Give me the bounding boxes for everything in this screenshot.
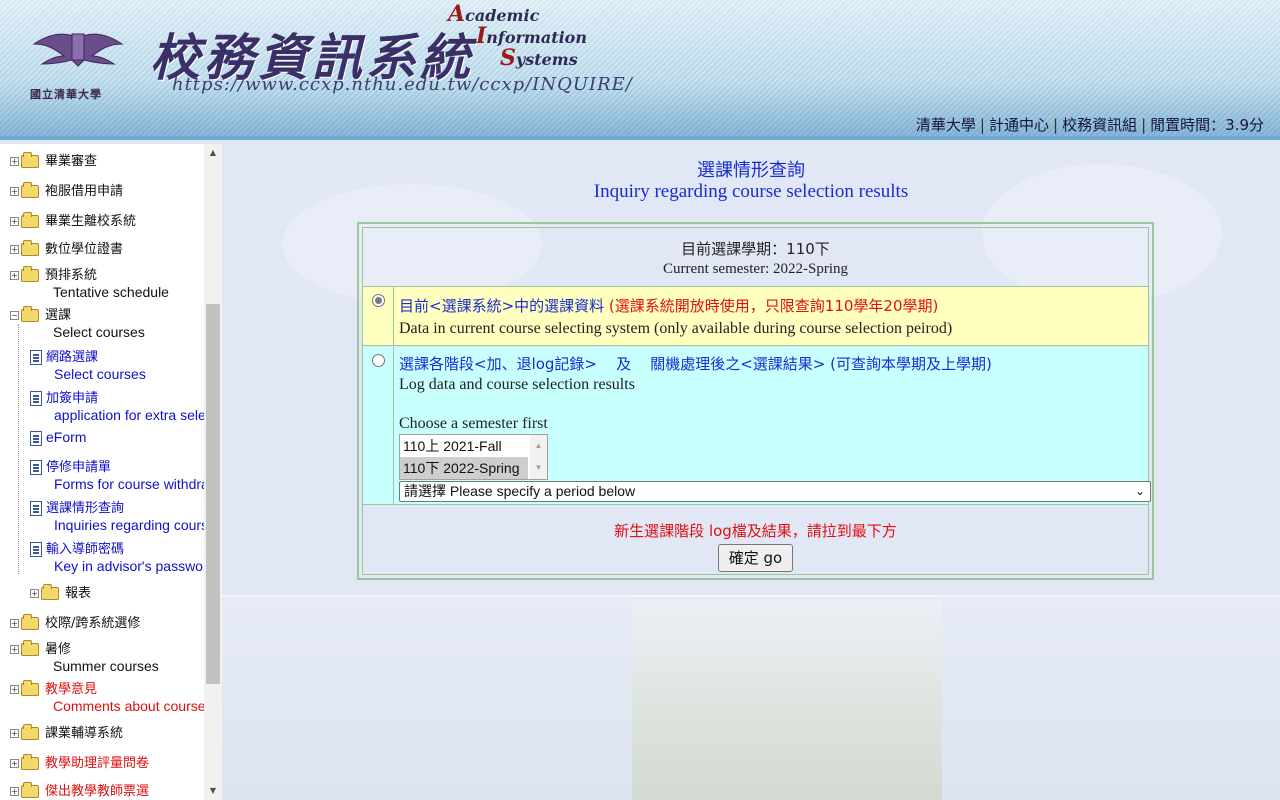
campus-photo bbox=[632, 599, 942, 800]
tree-item-online-selection[interactable]: 網路選課 Select courses bbox=[30, 346, 146, 382]
link-registry-info[interactable]: 校務資訊組 bbox=[1062, 116, 1137, 134]
collapse-icon[interactable]: − bbox=[10, 311, 19, 320]
chevron-down-icon: ⌄ bbox=[1134, 484, 1145, 498]
tree-item-eform[interactable]: eForm bbox=[30, 429, 86, 446]
freshman-note: 新生選課階段 log檔及結果，請拉到最下方 bbox=[614, 522, 897, 540]
expand-icon[interactable]: + bbox=[10, 245, 19, 254]
scroll-down-icon: ▼ bbox=[534, 463, 543, 472]
form-footer: 新生選課階段 log檔及結果，請拉到最下方 確定 go bbox=[363, 506, 1148, 574]
tree-item-extra-selection[interactable]: 加簽申請 application for extra sele bbox=[30, 387, 204, 423]
tree-item-graduate-leaving[interactable]: + 畢業生離校系統 bbox=[10, 210, 136, 229]
option-current-data-radio[interactable] bbox=[372, 294, 385, 307]
folder-icon bbox=[21, 724, 39, 740]
folder-icon bbox=[21, 212, 39, 228]
expand-icon[interactable]: + bbox=[10, 729, 19, 738]
expand-icon[interactable]: + bbox=[10, 787, 19, 796]
system-url: https://www.ccxp.nthu.edu.tw/ccxp/INQUIR… bbox=[172, 74, 633, 95]
divider bbox=[222, 595, 1280, 597]
tree-item-selection-inquiry[interactable]: 選課情形查詢 Inquiries regarding cours bbox=[30, 497, 204, 533]
option-current-data-label: 目前<選課系統>中的選課資料 (選課系統開放時使用，只限查詢110學年20學期) bbox=[399, 297, 939, 315]
tree-item-inter-school[interactable]: + 校際/跨系統選修 bbox=[10, 612, 140, 631]
expand-icon[interactable]: + bbox=[10, 685, 19, 694]
page-icon bbox=[30, 542, 42, 557]
page-icon bbox=[30, 501, 42, 516]
header-banner: 國立清華大學 校務資訊系統 Academic Information Syste… bbox=[0, 0, 1280, 140]
expand-icon[interactable]: + bbox=[10, 759, 19, 768]
option-current-data[interactable]: 目前<選課系統>中的選課資料 (選課系統開放時使用，只限查詢110學年20學期)… bbox=[363, 286, 1148, 346]
semester-option[interactable]: 110上 2021-Fall bbox=[400, 435, 528, 457]
page-icon bbox=[30, 460, 42, 475]
option-divider bbox=[393, 287, 394, 345]
scroll-down-icon[interactable]: ▼ bbox=[205, 784, 221, 798]
tree-item-tentative-schedule[interactable]: + 預排系統 Tentative schedule bbox=[10, 264, 169, 300]
option-log-results-en: Log data and course selection results bbox=[399, 376, 635, 393]
university-logo: 國立清華大學 bbox=[28, 22, 138, 112]
go-button[interactable]: 確定 go bbox=[717, 544, 794, 572]
header-links: 清華大學 | 計通中心 | 校務資訊組 | 閒置時間：3.9分 bbox=[915, 116, 1264, 134]
sidebar-tree: + 畢業審查 + 袍服借用申請 + 畢業生離校系統 + 數位學位證書 + 預排系統 Tent… bbox=[0, 144, 222, 800]
logo-emblem-icon bbox=[32, 33, 124, 67]
idle-time: 閒置時間：3.9分 bbox=[1150, 116, 1264, 134]
expand-icon[interactable]: + bbox=[10, 157, 19, 166]
tree-item-graduation-review[interactable]: + 畢業審查 bbox=[10, 150, 97, 169]
link-tsinghua[interactable]: 清華大學 bbox=[916, 116, 976, 134]
option-log-results[interactable]: 選課各階段<加、退log記錄> 及 關機處理後之<選課結果> (可查詢本學期及上… bbox=[363, 347, 1151, 505]
tree-item-tutoring-system[interactable]: + 課業輔導系統 bbox=[10, 722, 123, 741]
tree-item-course-withdrawal[interactable]: 停修申請單 Forms for course withdra bbox=[30, 456, 204, 492]
school-name: 國立清華大學 bbox=[30, 88, 102, 101]
folder-icon bbox=[21, 680, 39, 696]
folder-icon bbox=[21, 782, 39, 798]
tree-item-teacher-vote[interactable]: + 傑出教學教師票選 bbox=[10, 780, 149, 799]
page-icon bbox=[30, 391, 42, 406]
tree-item-select-courses[interactable]: − 選課 Select courses bbox=[10, 304, 145, 340]
folder-icon bbox=[21, 182, 39, 198]
tree-item-ta-survey[interactable]: + 教學助理評量問卷 bbox=[10, 752, 149, 771]
expand-icon[interactable]: + bbox=[30, 589, 39, 598]
tree-item-advisor-password[interactable]: 輸入導師密碼 Key in advisor's passwor bbox=[30, 538, 204, 574]
folder-icon bbox=[21, 240, 39, 256]
expand-icon[interactable]: + bbox=[10, 619, 19, 628]
expand-icon[interactable]: + bbox=[10, 187, 19, 196]
folder-icon bbox=[21, 266, 39, 282]
folder-icon bbox=[21, 152, 39, 168]
system-title-en: Academic Information Systems bbox=[448, 1, 587, 71]
current-semester-en: Current semester: 2022-Spring bbox=[663, 261, 848, 277]
tree-connector bbox=[18, 324, 19, 574]
inquiry-form-inner: 目前選課學期：110下 Current semester: 2022-Sprin… bbox=[362, 227, 1151, 575]
scroll-up-icon[interactable]: ▲ bbox=[205, 146, 221, 160]
sidebar-scrollbar-thumb[interactable] bbox=[206, 304, 220, 684]
folder-icon bbox=[21, 640, 39, 656]
current-semester: 目前選課學期：110下 Current semester: 2022-Sprin… bbox=[363, 228, 1148, 285]
folder-icon bbox=[41, 584, 59, 600]
page-subtitle: Inquiry regarding course selection resul… bbox=[593, 181, 909, 202]
choose-semester-label: Choose a semester first bbox=[399, 415, 548, 432]
folder-icon bbox=[21, 614, 39, 630]
tree-item-course-comments[interactable]: + 教學意見 Comments about courses bbox=[10, 678, 204, 714]
inquiry-form: 目前選課學期：110下 Current semester: 2022-Sprin… bbox=[357, 222, 1154, 580]
tree-item-digital-diploma[interactable]: + 數位學位證書 bbox=[10, 238, 123, 257]
semester-option-selected[interactable]: 110下 2022-Spring bbox=[400, 457, 528, 479]
link-computer-center[interactable]: 計通中心 bbox=[989, 116, 1049, 134]
scroll-up-icon: ▲ bbox=[534, 441, 543, 450]
expand-icon[interactable]: + bbox=[10, 271, 19, 280]
tree-item-gown-rental[interactable]: + 袍服借用申請 bbox=[10, 180, 123, 199]
option-log-results-radio[interactable] bbox=[372, 354, 385, 367]
expand-icon[interactable]: + bbox=[10, 217, 19, 226]
folder-icon bbox=[21, 754, 39, 770]
option-log-results-label: 選課各階段<加、退log記錄> 及 關機處理後之<選課結果> (可查詢本學期及上… bbox=[399, 355, 992, 373]
page-title: 選課情形查詢 bbox=[697, 160, 805, 181]
current-semester-cn: 目前選課學期：110下 bbox=[681, 240, 830, 258]
page-icon bbox=[30, 350, 42, 365]
folder-open-icon bbox=[21, 306, 39, 322]
period-select[interactable]: 請選擇 Please specify a period below ⌄ bbox=[399, 481, 1151, 502]
semester-listbox[interactable]: 110上 2021-Fall 110下 2022-Spring ▲ ▼ bbox=[399, 434, 548, 480]
listbox-scrollbar[interactable]: ▲ ▼ bbox=[530, 435, 547, 479]
tree-item-summer-courses[interactable]: + 暑修 Summer courses bbox=[10, 638, 159, 674]
tree-item-reports[interactable]: + 報表 bbox=[30, 582, 91, 601]
expand-icon[interactable]: + bbox=[10, 645, 19, 654]
page-icon bbox=[30, 431, 42, 446]
option-current-data-en: Data in current course selecting system … bbox=[399, 320, 953, 337]
main-content: 選課情形查詢 Inquiry regarding course selectio… bbox=[222, 144, 1280, 800]
option-divider bbox=[393, 347, 394, 504]
